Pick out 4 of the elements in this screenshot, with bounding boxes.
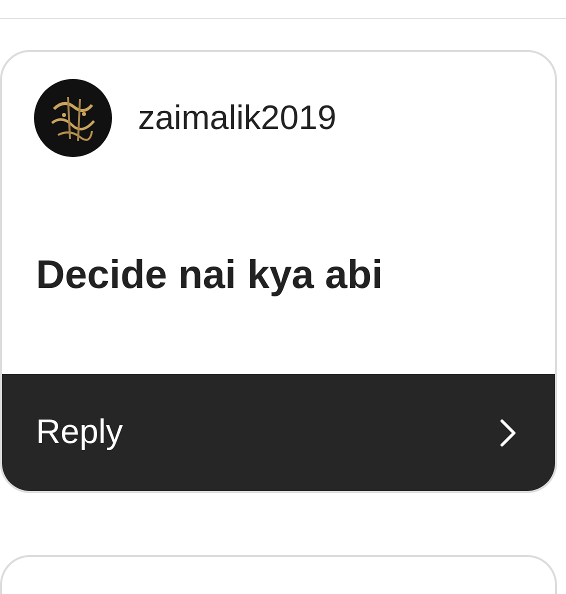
username: zaimalik2019 (138, 98, 336, 138)
reply-button[interactable]: Reply (2, 374, 555, 492)
message-text: Decide nai kya abi (36, 253, 383, 298)
chevron-right-icon (499, 418, 517, 448)
